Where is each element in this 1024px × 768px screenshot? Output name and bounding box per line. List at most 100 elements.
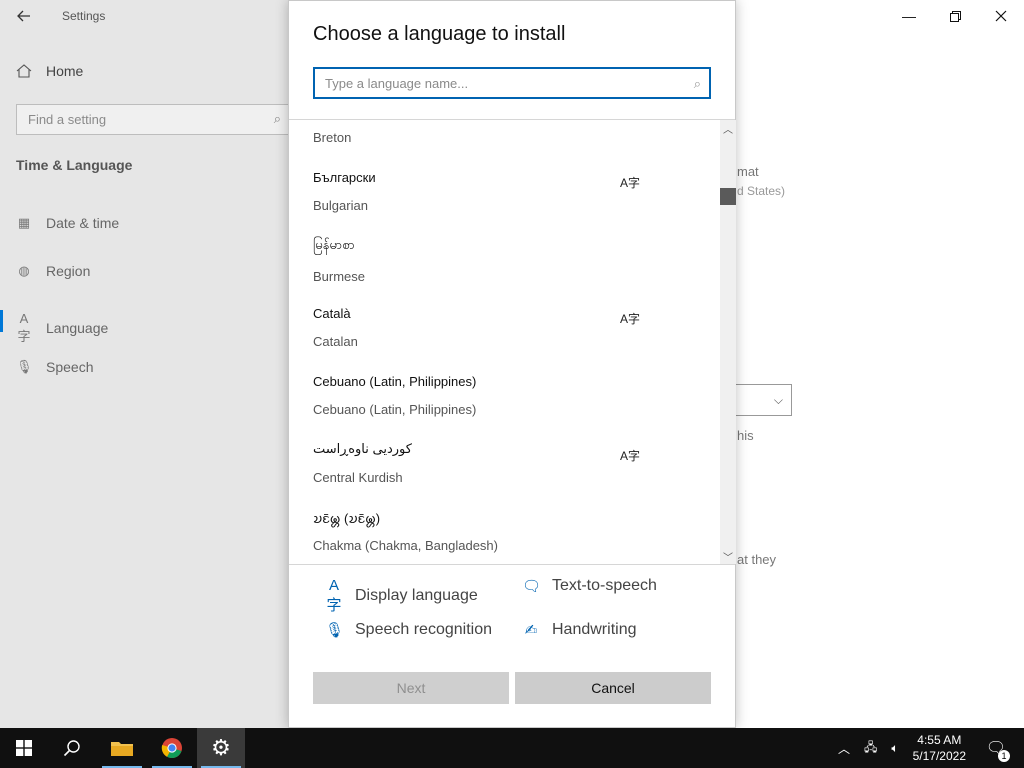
dialog-title: Choose a language to install bbox=[313, 23, 566, 45]
microphone-icon: 🎙︎ bbox=[16, 359, 33, 374]
microphone-icon: 🎙︎ bbox=[325, 622, 345, 639]
language-item-burmese[interactable]: မြန်မာစာ Burmese bbox=[313, 237, 713, 284]
scroll-down-arrow-icon[interactable]: ﹀ bbox=[720, 548, 736, 564]
window-title: Settings bbox=[62, 9, 106, 23]
background-dropdown[interactable]: ⌵ bbox=[736, 384, 792, 416]
globe-icon: ◍ bbox=[18, 263, 30, 278]
language-item-catalan[interactable]: Català Catalan A字 bbox=[313, 306, 713, 349]
notification-badge: 1 bbox=[998, 750, 1010, 762]
home-icon bbox=[16, 64, 32, 78]
scroll-thumb[interactable] bbox=[720, 188, 736, 205]
taskbar: ⚙ ︿ 🖧︎ 🔈︎ 4:55 AM 5/17/2022 🗨︎ 1 bbox=[0, 728, 1024, 768]
language-english-name: Central Kurdish bbox=[313, 470, 403, 485]
restore-icon bbox=[949, 10, 961, 22]
language-item-bulgarian[interactable]: Български Bulgarian A字 bbox=[313, 170, 713, 213]
selected-nav-indicator bbox=[0, 310, 3, 332]
display-language-icon: A字 bbox=[620, 176, 641, 190]
feature-label: Text-to-speech bbox=[552, 577, 657, 594]
search-icon bbox=[63, 740, 80, 757]
language-english-name: Breton bbox=[313, 130, 352, 145]
display-language-icon: A字 bbox=[620, 449, 641, 463]
nav-label: Region bbox=[46, 263, 91, 279]
language-native-name: မြန်မာစာ bbox=[313, 237, 355, 252]
clock-time: 4:55 AM bbox=[917, 733, 962, 747]
display-language-icon: A字 bbox=[326, 577, 342, 614]
file-explorer-button[interactable] bbox=[98, 728, 146, 768]
language-item-cebuano[interactable]: Cebuano (Latin, Philippines) Cebuano (La… bbox=[313, 374, 713, 417]
language-icon: A字 bbox=[17, 311, 31, 344]
home-nav-item[interactable]: Home bbox=[16, 63, 83, 79]
section-title: Time & Language bbox=[16, 157, 133, 173]
language-item-central-kurdish[interactable]: کوردیی ناوەڕاست Central Kurdish A字 bbox=[313, 441, 713, 485]
feature-label: Display language bbox=[355, 587, 478, 604]
feature-display-language: A字 Display language bbox=[325, 577, 478, 615]
cancel-button[interactable]: Cancel bbox=[515, 672, 711, 704]
minimize-button[interactable]: — bbox=[886, 0, 932, 32]
nav-item-speech[interactable]: 🎙︎ Speech bbox=[16, 359, 93, 375]
close-icon bbox=[995, 10, 1007, 22]
choose-language-dialog: Choose a language to install ⌕ Breton Бъ… bbox=[288, 0, 736, 728]
close-button[interactable] bbox=[978, 0, 1024, 32]
back-button[interactable] bbox=[10, 4, 38, 28]
nav-item-region[interactable]: ◍ Region bbox=[16, 263, 90, 279]
back-arrow-icon bbox=[17, 10, 30, 22]
language-search-box[interactable]: ⌕ bbox=[313, 67, 711, 99]
network-icon[interactable]: 🖧︎ bbox=[864, 738, 877, 759]
list-scrollbar[interactable]: ︿ ﹀ bbox=[720, 120, 736, 564]
language-native-name: Català bbox=[313, 306, 351, 321]
nav-item-date-time[interactable]: ▦ Date & time bbox=[16, 215, 119, 231]
clock-date: 5/17/2022 bbox=[912, 749, 966, 763]
settings-sidebar: Settings Home Find a setting ⌕ Time & La… bbox=[0, 0, 292, 728]
feature-label: Handwriting bbox=[552, 621, 637, 638]
nav-label: Date & time bbox=[46, 215, 120, 231]
text-to-speech-icon: 🗨︎ bbox=[522, 578, 542, 595]
background-text: d States) bbox=[737, 184, 786, 198]
chrome-button[interactable] bbox=[148, 728, 196, 768]
background-text: mat bbox=[737, 164, 759, 179]
chrome-icon bbox=[161, 738, 182, 759]
language-english-name: Chakma (Chakma, Bangladesh) bbox=[313, 538, 498, 553]
search-icon: ⌕ bbox=[273, 111, 281, 126]
language-native-name: Cebuano (Latin, Philippines) bbox=[313, 374, 477, 389]
feature-label: Speech recognition bbox=[355, 621, 492, 638]
language-english-name: Bulgarian bbox=[313, 198, 368, 213]
find-setting-placeholder: Find a setting bbox=[28, 112, 107, 127]
handwriting-icon: ✍︎ bbox=[524, 622, 538, 639]
language-item-chakma[interactable]: 𑄌𑄋𑄴𑄟𑄳𑄦 (𑄌𑄋𑄴𑄟𑄳𑄦) Chakma (Chakma, Banglade… bbox=[313, 509, 713, 553]
language-english-name: Burmese bbox=[313, 269, 366, 284]
nav-item-language[interactable]: A字 Language bbox=[16, 311, 108, 345]
gear-icon: ⚙ bbox=[211, 735, 231, 760]
system-tray: ︿ 🖧︎ 🔈︎ bbox=[838, 728, 899, 768]
language-list[interactable]: Breton Български Bulgarian A字 မြန်မာစာ B… bbox=[289, 120, 735, 564]
chevron-up-icon[interactable]: ︿ bbox=[838, 740, 850, 757]
background-text: at they bbox=[737, 552, 777, 567]
language-search-input[interactable] bbox=[325, 75, 665, 91]
search-icon: ⌕ bbox=[693, 76, 701, 91]
language-native-name: 𑄌𑄋𑄴𑄟𑄳𑄦 (𑄌𑄋𑄴𑄟𑄳𑄦) bbox=[313, 511, 381, 526]
volume-icon[interactable]: 🔈︎ bbox=[891, 741, 898, 756]
scroll-up-arrow-icon[interactable]: ︿ bbox=[720, 120, 736, 136]
home-label: Home bbox=[46, 63, 84, 79]
feature-handwriting: ✍︎ Handwriting bbox=[522, 621, 637, 639]
background-text: his bbox=[737, 428, 754, 443]
window-controls: — bbox=[886, 0, 1024, 32]
feature-speech-recognition: 🎙︎ Speech recognition bbox=[325, 621, 492, 639]
next-button[interactable]: Next bbox=[313, 672, 509, 704]
settings-taskbar-button[interactable]: ⚙ bbox=[197, 728, 245, 768]
nav-label: Language bbox=[46, 320, 109, 336]
action-center-button[interactable]: 🗨︎ 1 bbox=[976, 728, 1016, 768]
start-button[interactable] bbox=[0, 728, 48, 768]
windows-logo-icon bbox=[16, 740, 32, 756]
language-english-name: Catalan bbox=[313, 334, 358, 349]
folder-icon bbox=[111, 742, 133, 756]
clock[interactable]: 4:55 AM 5/17/2022 bbox=[913, 732, 966, 764]
language-english-name: Cebuano (Latin, Philippines) bbox=[313, 402, 477, 417]
find-setting-input[interactable]: Find a setting ⌕ bbox=[16, 104, 292, 135]
divider bbox=[289, 564, 735, 565]
minimize-icon: — bbox=[902, 8, 916, 24]
display-language-icon: A字 bbox=[620, 312, 641, 326]
feature-text-to-speech: 🗨︎ Text-to-speech bbox=[522, 577, 657, 595]
restore-button[interactable] bbox=[932, 0, 978, 32]
language-native-name: Български bbox=[313, 170, 376, 185]
taskbar-search-button[interactable] bbox=[48, 728, 96, 768]
